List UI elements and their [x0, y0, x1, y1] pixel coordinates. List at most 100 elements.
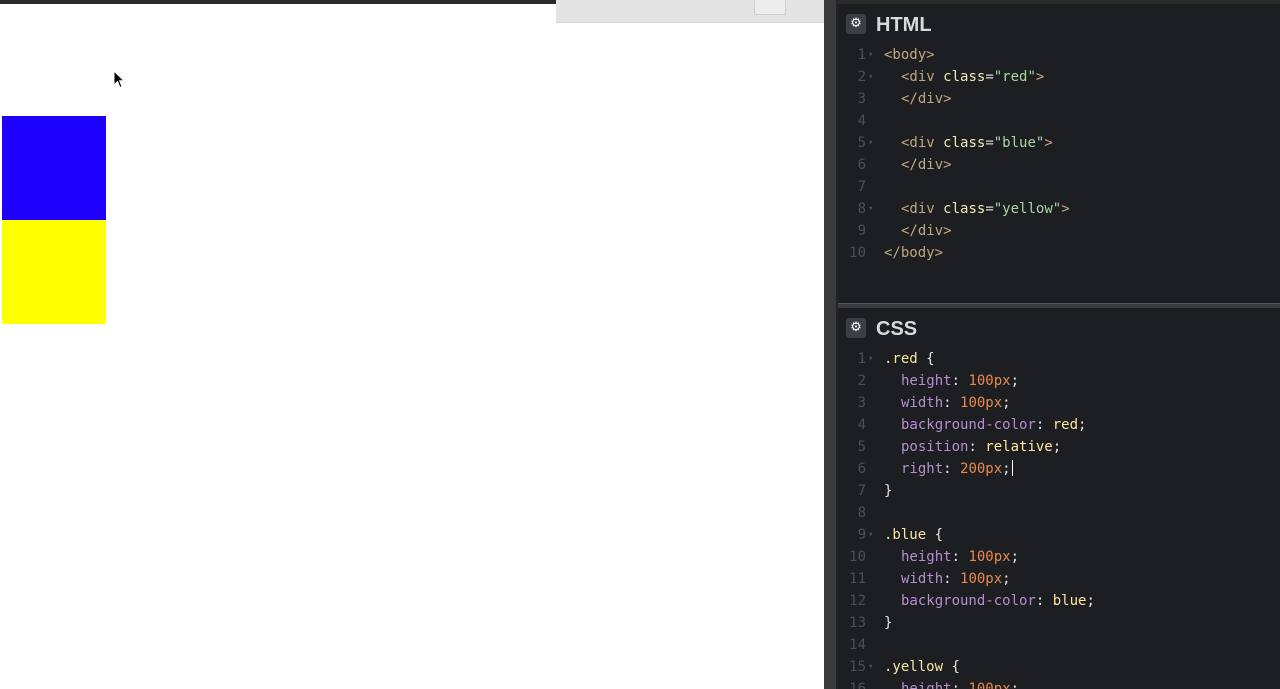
code-line[interactable]: 2 ▾ <div class="red"> — [838, 66, 1280, 88]
mouse-pointer-icon — [113, 70, 125, 89]
line-number: 6 — [857, 157, 866, 173]
preview-toolbar-strip — [556, 0, 824, 23]
code-token: > — [1035, 69, 1045, 85]
code-token: height — [901, 549, 952, 565]
html-code-area[interactable]: 1 ▾ <body> 2 ▾ <div class="red"> 3 </div> 4 5 ▾ <di… — [838, 44, 1280, 264]
code-token: </body> — [884, 245, 944, 261]
code-line[interactable]: 15 ▾ .yellow { — [838, 656, 1280, 678]
fold-arrow-icon[interactable]: ▾ — [868, 132, 873, 154]
fold-arrow-icon[interactable]: ▾ — [868, 66, 873, 88]
code-line[interactable]: 2 height: 100px; — [838, 370, 1280, 392]
fold-arrow-icon[interactable]: ▾ — [868, 524, 873, 546]
code-line[interactable]: 8 ▾ <div class="yellow"> — [838, 198, 1280, 220]
line-number: 15 — [849, 659, 866, 675]
code-token: width — [901, 571, 944, 587]
code-token: <div — [901, 135, 944, 151]
code-token: </div> — [901, 223, 952, 239]
code-line[interactable]: 10 </body> — [838, 242, 1280, 264]
code-text: height: 100px; — [884, 370, 1019, 392]
code-token: <div — [901, 69, 944, 85]
code-text: right: 200px; — [884, 458, 1013, 480]
code-token: ; — [1010, 549, 1020, 565]
code-line[interactable]: 5 position: relative; — [838, 436, 1280, 458]
code-token: ; — [1078, 417, 1087, 433]
code-text: width: 100px; — [884, 568, 1011, 590]
line-number: 12 — [849, 593, 866, 609]
html-editor-panel[interactable]: ⚙ HTML 1 ▾ <body> 2 ▾ <div class="red"> 3 </div… — [838, 4, 1280, 304]
code-line[interactable]: 9 </div> — [838, 220, 1280, 242]
line-number: 11 — [849, 571, 866, 587]
code-line[interactable]: 13} — [838, 612, 1280, 634]
code-text: </div> — [884, 220, 952, 242]
code-line[interactable]: 5 ▾ <div class="blue"> — [838, 132, 1280, 154]
code-token: ; — [1086, 593, 1095, 609]
fold-arrow-icon[interactable]: ▾ — [868, 656, 873, 678]
code-line[interactable]: 4 background-color: red; — [838, 414, 1280, 436]
code-text: </div> — [884, 154, 952, 176]
html-panel-header: ⚙ HTML — [838, 4, 1280, 44]
code-line[interactable]: 11 width: 100px; — [838, 568, 1280, 590]
code-token: </div> — [901, 157, 952, 173]
panel-resize-handle[interactable] — [824, 0, 838, 689]
line-number: 7 — [857, 179, 866, 195]
code-token: : — [943, 571, 961, 587]
line-number: 8 — [857, 505, 866, 521]
code-line[interactable]: 7 — [838, 176, 1280, 198]
code-token: relative — [985, 439, 1053, 455]
code-token: ; — [1002, 571, 1011, 587]
fold-arrow-icon[interactable]: ▾ — [868, 198, 873, 220]
line-number: 10 — [849, 245, 866, 261]
line-number: 14 — [849, 637, 866, 653]
css-panel-title: CSS — [876, 318, 918, 340]
code-line[interactable]: 10 height: 100px; — [838, 546, 1280, 568]
code-text: background-color: blue; — [884, 590, 1095, 612]
css-editor-panel[interactable]: ⚙ CSS 1 ▾ .red {2 height: 100px; 3 width: 100… — [838, 308, 1280, 689]
gear-icon[interactable]: ⚙ — [846, 14, 866, 34]
line-number: 8 — [857, 201, 866, 217]
code-line[interactable]: 9 ▾ .blue { — [838, 524, 1280, 546]
code-token: : — [951, 373, 969, 389]
code-line[interactable]: 14 — [838, 634, 1280, 656]
code-line[interactable]: 6 right: 200px; — [838, 458, 1280, 480]
code-line[interactable]: 16 height: 100px; — [838, 678, 1280, 689]
code-line[interactable]: 3 width: 100px; — [838, 392, 1280, 414]
fold-arrow-icon[interactable]: ▾ — [868, 348, 873, 370]
code-text: <div class="yellow"> — [884, 198, 1070, 220]
code-line[interactable]: 4 — [838, 110, 1280, 132]
code-line[interactable]: 1 ▾ .red { — [838, 348, 1280, 370]
code-token: { — [943, 659, 960, 675]
code-token: class — [943, 135, 986, 151]
text-caret — [1011, 460, 1013, 476]
code-token: : — [1035, 417, 1053, 433]
code-text: </div> — [884, 88, 952, 110]
code-line[interactable]: 3 </div> — [838, 88, 1280, 110]
code-line[interactable]: 7} — [838, 480, 1280, 502]
code-token: } — [884, 615, 893, 631]
code-token: } — [884, 483, 893, 499]
html-panel-title: HTML — [876, 14, 932, 36]
css-code-area[interactable]: 1 ▾ .red {2 height: 100px; 3 width: 100px; 4 ba… — [838, 348, 1280, 689]
code-token: .yellow — [884, 659, 944, 675]
line-number: 1 — [857, 47, 866, 63]
code-line[interactable]: 12 background-color: blue; — [838, 590, 1280, 612]
line-number: 13 — [849, 615, 866, 631]
gear-icon[interactable]: ⚙ — [846, 318, 866, 338]
code-token: = — [985, 135, 994, 151]
code-text: background-color: red; — [884, 414, 1086, 436]
line-number: 4 — [857, 113, 866, 129]
code-line[interactable]: 1 ▾ <body> — [838, 44, 1280, 66]
fold-arrow-icon[interactable]: ▾ — [868, 44, 873, 66]
code-token: "red" — [993, 69, 1036, 85]
code-token: blue — [1052, 593, 1087, 609]
code-token: <div — [901, 201, 944, 217]
line-number: 5 — [857, 135, 866, 151]
code-text: .blue { — [884, 524, 943, 546]
code-token: 100px — [968, 549, 1011, 565]
code-line[interactable]: 8 — [838, 502, 1280, 524]
code-token: class — [943, 201, 986, 217]
line-number: 4 — [857, 417, 866, 433]
code-line[interactable]: 6 </div> — [838, 154, 1280, 176]
line-number: 7 — [857, 483, 866, 499]
line-number: 2 — [857, 373, 866, 389]
code-token: 100px — [960, 395, 1003, 411]
